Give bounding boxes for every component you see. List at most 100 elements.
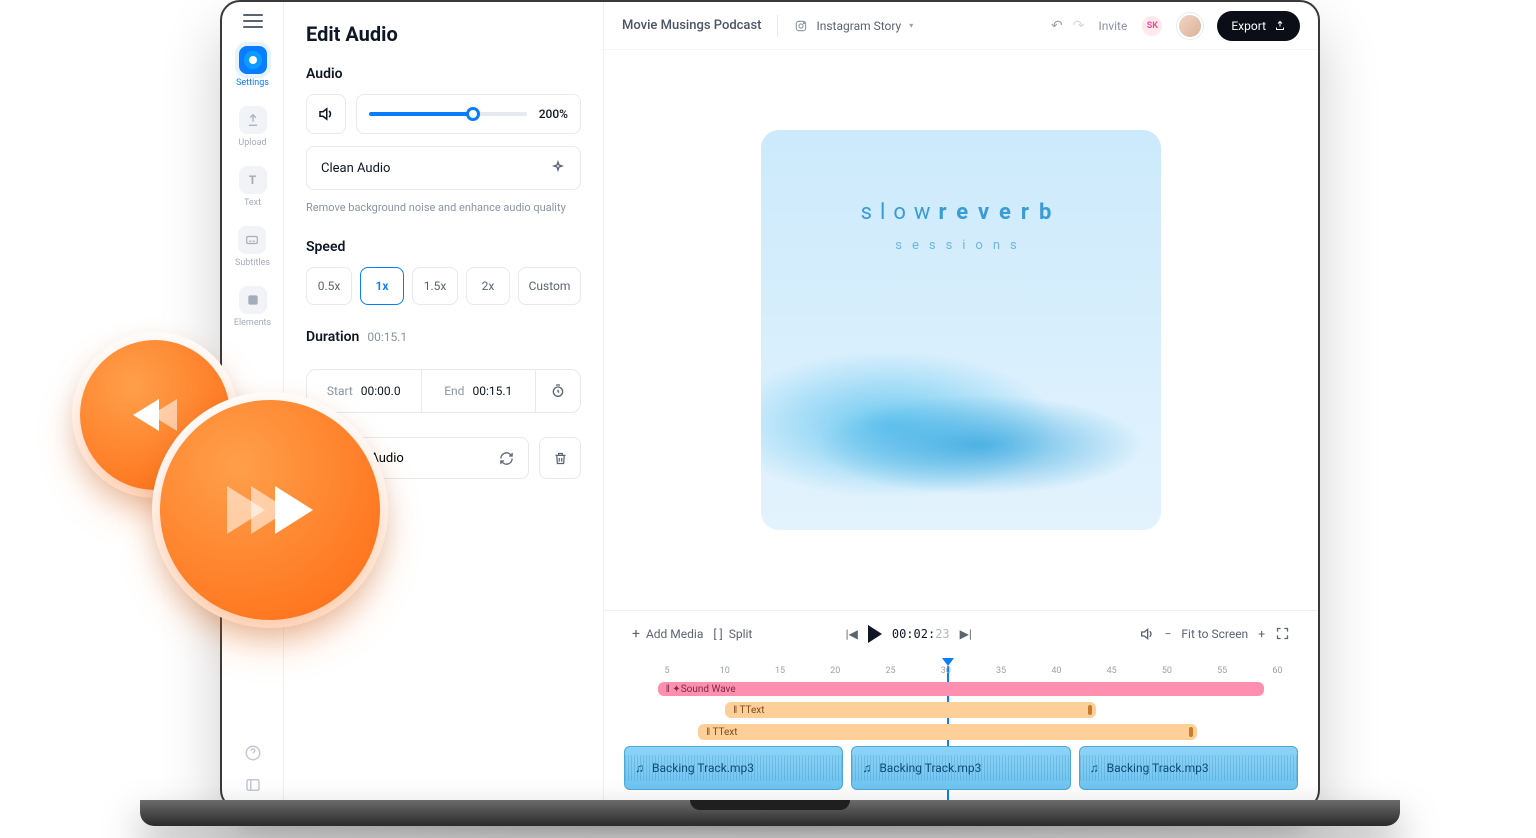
section-label: Duration (306, 329, 359, 345)
user-avatar[interactable] (1177, 13, 1203, 39)
delete-button[interactable] (539, 437, 581, 479)
playhead[interactable] (948, 658, 954, 666)
help-icon[interactable] (244, 744, 262, 762)
project-name[interactable]: Movie Musings Podcast (622, 18, 761, 33)
clock-icon (550, 383, 566, 399)
speed-option-1.5x[interactable]: 1.5x (412, 267, 458, 305)
fit-to-screen-button[interactable]: Fit to Screen (1181, 627, 1248, 641)
chevron-down-icon: ▾ (909, 21, 913, 30)
clean-audio-help: Remove background noise and enhance audi… (306, 200, 581, 215)
audio-clip[interactable]: ♫Backing Track.mp3 (624, 746, 843, 790)
undo-button[interactable]: ↶ (1051, 18, 1063, 34)
rail-label: Elements (234, 318, 271, 328)
track-text-a[interactable]: ‖ T Text (725, 702, 1096, 718)
artwork-preview[interactable]: slowreverb sessions (761, 130, 1161, 530)
invite-button[interactable]: Invite (1098, 19, 1127, 33)
trash-icon (553, 451, 568, 466)
refresh-icon (499, 451, 514, 466)
volume-slider-box: 200% (356, 94, 581, 134)
ruler-tick: 40 (1051, 666, 1061, 676)
timeline: 51015202530354045505560 ‖ ✦ Sound Wave ‖… (604, 656, 1318, 808)
zoom-in-button[interactable]: + (1258, 627, 1265, 641)
elements-icon (239, 286, 267, 314)
audio-clip[interactable]: ♫Backing Track.mp3 (851, 746, 1070, 790)
track-text-b[interactable]: ‖ T Text (698, 724, 1197, 740)
prev-button[interactable]: |◀ (846, 627, 858, 641)
track-soundwave[interactable]: ‖ ✦ Sound Wave (658, 682, 1265, 696)
preview-canvas: slowreverb sessions (604, 50, 1318, 610)
main-area: Movie Musings Podcast Instagram Story ▾ … (604, 2, 1318, 808)
clean-audio-button[interactable]: Clean Audio (306, 146, 581, 190)
fullscreen-icon[interactable] (1275, 626, 1290, 641)
edit-panel: Edit Audio Audio 200% Clean Audio (284, 2, 604, 808)
fast-forward-badge-icon (160, 400, 380, 620)
speed-option-1x[interactable]: 1x (360, 267, 404, 305)
duration-section: Duration 00:15.1 Start 00:00.0 End 00:15… (306, 329, 581, 413)
slider-thumb[interactable] (466, 107, 480, 121)
speed-option-0.5x[interactable]: 0.5x (306, 267, 352, 305)
duration-start[interactable]: Start 00:00.0 (307, 370, 422, 412)
timeline-ruler[interactable]: 51015202530354045505560 (624, 656, 1298, 682)
upload-icon (239, 106, 267, 134)
ruler-tick: 50 (1162, 666, 1172, 676)
next-button[interactable]: ▶| (960, 627, 972, 641)
share-icon (1274, 20, 1286, 32)
settings-icon (239, 46, 267, 74)
sparkle-icon (550, 160, 566, 176)
duration-clock-button[interactable] (536, 370, 580, 412)
music-note-icon: ♫ (862, 761, 871, 775)
text-icon: T (239, 166, 267, 194)
zoom-out-button[interactable]: − (1165, 627, 1172, 641)
duration-total: 00:15.1 (367, 330, 407, 344)
collaborator-avatar[interactable]: SK (1141, 15, 1163, 37)
rail-item-upload[interactable]: Upload (238, 106, 266, 148)
ruler-tick: 30 (941, 666, 951, 676)
rail-label: Upload (238, 138, 266, 148)
ruler-tick: 25 (886, 666, 896, 676)
section-label: Speed (306, 239, 581, 255)
artwork-title: slowreverb (761, 200, 1161, 225)
clean-audio-label: Clean Audio (321, 161, 390, 176)
artwork-subtitle: sessions (761, 238, 1161, 253)
rail-label: Settings (236, 78, 269, 88)
music-note-icon: ♫ (635, 761, 644, 775)
timecode: 00:02:23 (892, 627, 950, 641)
music-note-icon: ♫ (1090, 761, 1099, 775)
rail-item-elements[interactable]: Elements (234, 286, 271, 328)
playback-bar: +Add Media [ ]Split |◀ 00:02:23 ▶| − Fit… (604, 610, 1318, 656)
export-button[interactable]: Export (1217, 11, 1300, 41)
ruler-tick: 20 (830, 666, 840, 676)
instagram-icon (794, 19, 808, 33)
play-button[interactable] (868, 625, 882, 643)
rail-item-text[interactable]: T Text (239, 166, 267, 208)
ruler-tick: 5 (664, 666, 669, 676)
rail-item-settings[interactable]: Settings (236, 46, 269, 88)
volume-slider[interactable] (369, 112, 527, 116)
volume-value: 200% (539, 107, 568, 121)
subtitles-icon (238, 226, 266, 254)
audio-clip[interactable]: ♫Backing Track.mp3 (1079, 746, 1298, 790)
collapse-icon[interactable] (244, 776, 262, 794)
ruler-tick: 45 (1107, 666, 1117, 676)
rail-label: Subtitles (235, 258, 270, 268)
panel-title: Edit Audio (306, 22, 581, 46)
volume-icon (317, 105, 335, 123)
audio-section: Audio 200% Clean Audio Remove background… (306, 66, 581, 215)
volume-icon-box[interactable] (306, 94, 346, 134)
topbar: Movie Musings Podcast Instagram Story ▾ … (604, 2, 1318, 50)
hamburger-icon[interactable] (243, 14, 263, 28)
ruler-tick: 35 (996, 666, 1006, 676)
ruler-tick: 10 (720, 666, 730, 676)
volume-icon[interactable] (1139, 626, 1155, 642)
duration-end[interactable]: End 00:15.1 (422, 370, 537, 412)
app-window: Settings Upload T Text Subtitles Element… (220, 0, 1320, 810)
split-button[interactable]: [ ]Split (713, 627, 752, 641)
rail-label: Text (244, 198, 261, 208)
format-dropdown[interactable]: Instagram Story ▾ (794, 19, 913, 33)
redo-button[interactable]: ↷ (1073, 18, 1085, 34)
speed-option-2x[interactable]: 2x (466, 267, 510, 305)
ruler-tick: 15 (775, 666, 785, 676)
rail-item-subtitles[interactable]: Subtitles (235, 226, 270, 268)
add-media-button[interactable]: +Add Media (632, 626, 703, 642)
speed-option-Custom[interactable]: Custom (518, 267, 581, 305)
